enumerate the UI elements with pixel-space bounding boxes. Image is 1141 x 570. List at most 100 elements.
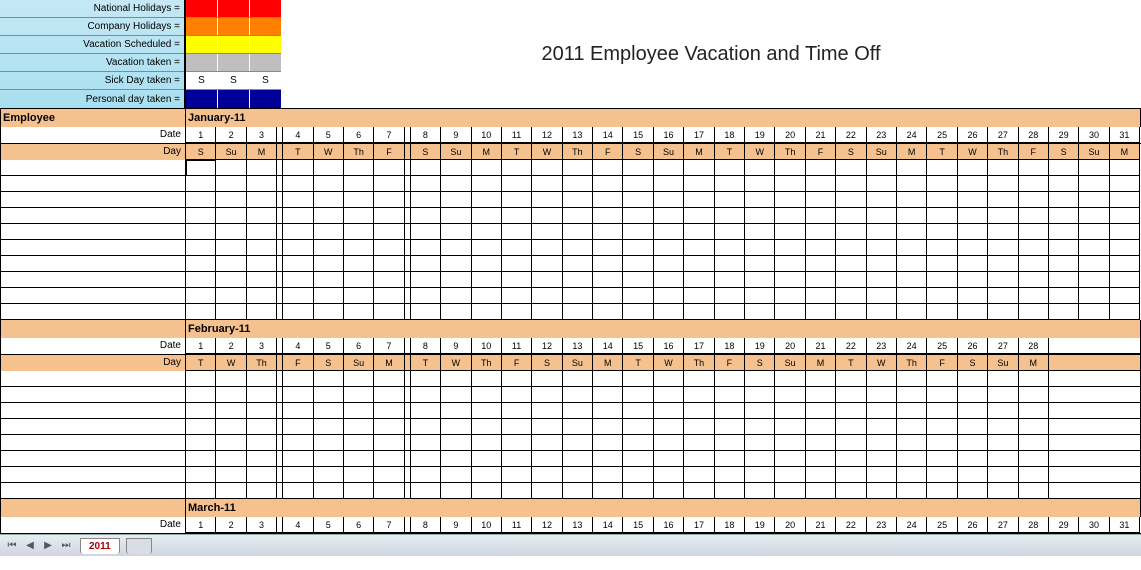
grid-cell[interactable] (186, 467, 216, 483)
grid-cell[interactable]: 18 (715, 338, 745, 354)
grid-cell[interactable] (1049, 224, 1079, 240)
grid-cell[interactable] (563, 256, 593, 272)
grid-cell[interactable]: T (411, 355, 441, 371)
grid-cell[interactable] (441, 435, 471, 451)
grid-cell[interactable]: Su (775, 355, 805, 371)
grid-cell[interactable]: Su (563, 355, 593, 371)
grid-cell[interactable] (216, 387, 246, 403)
grid-cell[interactable] (745, 371, 775, 387)
grid-cell[interactable]: F (593, 144, 623, 160)
grid-cell[interactable]: M (806, 355, 836, 371)
grid-cell[interactable] (216, 419, 246, 435)
employee-name-cell[interactable] (1, 288, 186, 304)
grid-cell[interactable] (684, 176, 714, 192)
grid-cell[interactable] (1019, 451, 1049, 467)
grid-cell[interactable]: 31 (1110, 127, 1140, 143)
grid-cell[interactable] (374, 240, 404, 256)
grid-cell[interactable]: S (745, 355, 775, 371)
grid-cell[interactable] (775, 208, 805, 224)
grid-cell[interactable] (593, 272, 623, 288)
grid-cell[interactable]: 16 (654, 127, 684, 143)
grid-cell[interactable] (283, 192, 313, 208)
grid-cell[interactable]: W (314, 144, 344, 160)
grid-cell[interactable] (441, 451, 471, 467)
grid-cell[interactable] (623, 240, 653, 256)
grid-cell[interactable] (897, 419, 927, 435)
grid-cell[interactable] (502, 240, 532, 256)
grid-cell[interactable]: 26 (958, 338, 988, 354)
grid-cell[interactable] (684, 208, 714, 224)
grid-cell[interactable] (563, 192, 593, 208)
grid-cell[interactable]: M (247, 144, 277, 160)
grid-cell[interactable] (1110, 272, 1140, 288)
grid-cell[interactable]: 20 (775, 338, 805, 354)
grid-cell[interactable] (563, 483, 593, 499)
grid-cell[interactable] (472, 371, 502, 387)
grid-cell[interactable] (867, 192, 897, 208)
grid-cell[interactable] (623, 176, 653, 192)
grid-cell[interactable] (988, 256, 1018, 272)
grid-cell[interactable] (623, 419, 653, 435)
grid-cell[interactable] (283, 451, 313, 467)
grid-cell[interactable] (836, 467, 866, 483)
grid-cell[interactable]: 26 (958, 127, 988, 143)
grid-cell[interactable]: 20 (775, 127, 805, 143)
grid-cell[interactable] (441, 371, 471, 387)
grid-cell[interactable]: 4 (283, 127, 313, 143)
grid-cell[interactable]: W (745, 144, 775, 160)
grid-cell[interactable] (715, 467, 745, 483)
grid-cell[interactable] (502, 208, 532, 224)
grid-cell[interactable] (1019, 288, 1049, 304)
grid-cell[interactable] (314, 272, 344, 288)
tab-last-icon[interactable]: ⏭ (58, 538, 74, 554)
grid-cell[interactable] (715, 192, 745, 208)
grid-cell[interactable] (314, 304, 344, 320)
grid-cell[interactable] (867, 240, 897, 256)
grid-cell[interactable] (472, 224, 502, 240)
grid-cell[interactable] (563, 419, 593, 435)
grid-cell[interactable] (806, 435, 836, 451)
grid-cell[interactable] (502, 176, 532, 192)
grid-cell[interactable] (1019, 240, 1049, 256)
grid-cell[interactable]: 25 (927, 338, 957, 354)
grid-cell[interactable] (836, 403, 866, 419)
grid-cell[interactable] (411, 272, 441, 288)
grid-cell[interactable] (654, 240, 684, 256)
grid-cell[interactable] (775, 371, 805, 387)
grid-cell[interactable] (247, 288, 277, 304)
grid-cell[interactable]: Su (344, 355, 374, 371)
grid-cell[interactable]: 16 (654, 517, 684, 533)
grid-cell[interactable] (593, 176, 623, 192)
grid-cell[interactable] (532, 467, 562, 483)
grid-cell[interactable] (563, 160, 593, 176)
grid-cell[interactable] (1019, 483, 1049, 499)
grid-cell[interactable]: F (715, 355, 745, 371)
grid-cell[interactable] (897, 272, 927, 288)
grid-cell[interactable] (1110, 304, 1140, 320)
grid-cell[interactable] (502, 224, 532, 240)
grid-cell[interactable] (374, 435, 404, 451)
grid-cell[interactable] (958, 387, 988, 403)
grid-cell[interactable] (283, 288, 313, 304)
tab-prev-icon[interactable]: ◀ (22, 538, 38, 554)
grid-cell[interactable] (775, 224, 805, 240)
grid-cell[interactable] (867, 371, 897, 387)
grid-cell[interactable]: F (283, 355, 313, 371)
grid-cell[interactable] (314, 435, 344, 451)
grid-cell[interactable]: Th (247, 355, 277, 371)
grid-cell[interactable] (806, 483, 836, 499)
grid-cell[interactable] (563, 403, 593, 419)
grid-cell[interactable]: 12 (532, 338, 562, 354)
sheet-tab-blank[interactable] (126, 538, 152, 554)
employee-name-cell[interactable] (1, 208, 186, 224)
grid-cell[interactable] (927, 419, 957, 435)
grid-cell[interactable] (745, 240, 775, 256)
grid-cell[interactable] (593, 403, 623, 419)
grid-cell[interactable] (344, 403, 374, 419)
grid-cell[interactable] (684, 387, 714, 403)
grid-cell[interactable] (715, 451, 745, 467)
grid-cell[interactable] (283, 419, 313, 435)
grid-cell[interactable] (1079, 160, 1109, 176)
grid-cell[interactable] (897, 224, 927, 240)
grid-cell[interactable] (472, 288, 502, 304)
